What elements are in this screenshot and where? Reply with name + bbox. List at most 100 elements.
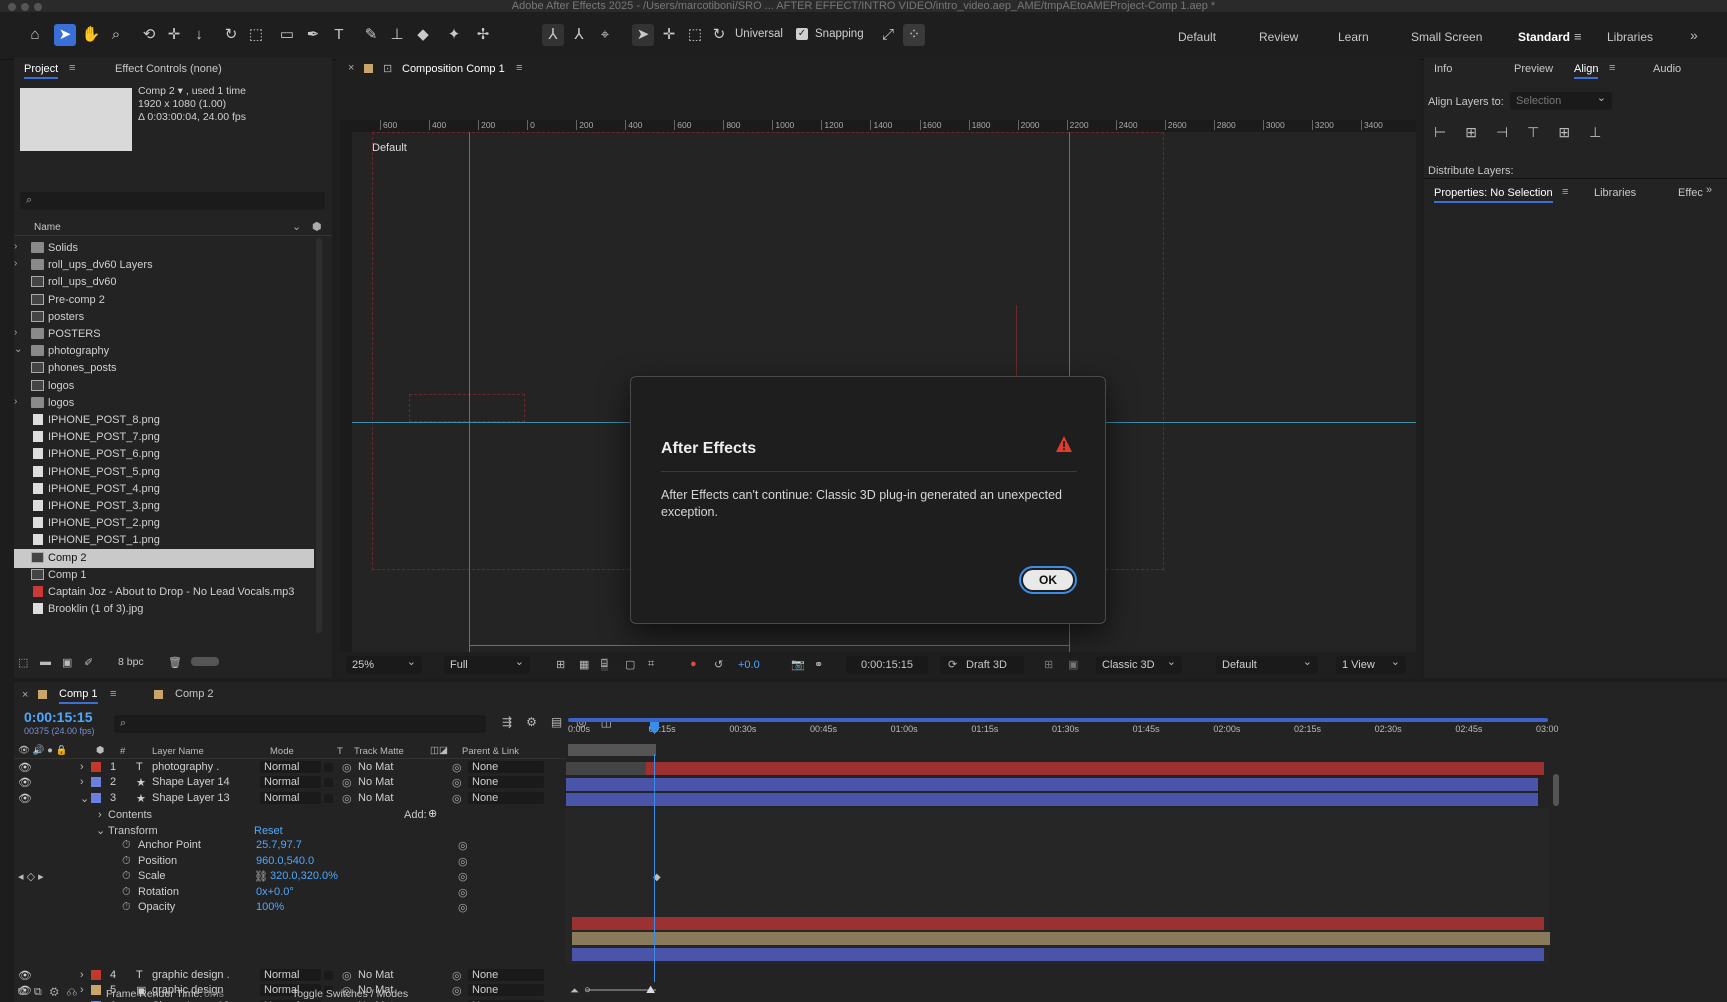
parent-dropdown[interactable]: None (468, 969, 545, 981)
transform-twirl[interactable]: ⌄ (96, 824, 105, 837)
trkmat-checkbox[interactable] (324, 793, 333, 803)
zoom-slider-handle[interactable]: ○ (584, 984, 591, 996)
twirl-icon[interactable]: › (80, 969, 84, 981)
draft3d-toggle[interactable]: ⟳ Draft 3D (940, 656, 1024, 674)
eye-icon[interactable]: 👁 (18, 792, 32, 805)
twirl-icon[interactable]: ⌄ (14, 344, 22, 355)
project-item[interactable]: Brooklin (1 of 3).jpg (14, 600, 314, 619)
twirl-icon[interactable]: › (80, 761, 84, 773)
workspace-libraries[interactable]: Libraries (1607, 30, 1653, 44)
tab-preview[interactable]: Preview (1514, 63, 1553, 75)
zoom-dropdown[interactable]: 25% (346, 653, 422, 674)
rectangle-tool-icon[interactable]: ▭ (276, 24, 298, 46)
resolution-dropdown[interactable]: Full (444, 653, 530, 674)
layer2-bar[interactable] (566, 778, 1538, 791)
comp-menu-icon[interactable]: ≡ (516, 62, 522, 74)
stopwatch-icon[interactable]: ⏱ (122, 870, 131, 883)
clone-stamp-icon[interactable]: ⊥ (386, 24, 408, 46)
project-item[interactable]: IPHONE_POST_4.png (14, 480, 314, 499)
snap-grid-icon[interactable]: ⁘ (903, 24, 925, 46)
region-of-interest-icon[interactable]: ▢ (625, 658, 635, 671)
project-item[interactable]: phones_posts (14, 359, 314, 378)
camera-dropdown[interactable]: Default (1216, 653, 1318, 674)
project-item[interactable]: IPHONE_POST_1.png (14, 531, 314, 550)
layer-name[interactable]: photography . (152, 761, 219, 773)
tab-project[interactable]: Project (24, 63, 59, 79)
property-value[interactable]: 25.7,97.7 (256, 839, 302, 851)
matte-pickwhip-icon[interactable]: ◎ (342, 761, 352, 774)
workspace-learn[interactable]: Learn (1338, 30, 1369, 44)
transform-property-row[interactable]: ⏱ Position 960.0,540.0 ◎ (14, 854, 566, 869)
align-top-icon[interactable]: ⊤ (1527, 124, 1558, 140)
roto-brush-icon[interactable]: ✦ (443, 24, 465, 46)
tab-audio[interactable]: Audio (1653, 63, 1681, 75)
type-tool-icon[interactable]: T (328, 24, 350, 46)
tab-comp2[interactable]: Comp 2 (175, 688, 214, 700)
tab-libraries[interactable]: Libraries (1594, 187, 1636, 199)
parent-pickwhip-icon[interactable]: ◎ (452, 792, 462, 805)
align-bottom-icon[interactable]: ⊥ (1589, 124, 1620, 140)
align-target-dropdown[interactable]: Selection (1510, 89, 1612, 110)
align-menu-icon[interactable]: ≡ (1609, 62, 1615, 74)
fast-preview-icon[interactable]: ⊞ (556, 658, 565, 671)
layer-name[interactable]: Shape Layer 14 (152, 776, 230, 788)
tab-align[interactable]: Align (1574, 63, 1599, 79)
layer-row[interactable]: 👁 ⌄ 3 ★ Shape Layer 13 Normal ◎ No Mat ◎ None (14, 791, 566, 806)
twirl-icon[interactable]: › (80, 776, 84, 788)
column-name-label[interactable]: Name (34, 222, 61, 233)
tab-properties[interactable]: Properties: No Selection (1434, 187, 1553, 203)
label-color-swatch[interactable] (91, 762, 101, 772)
expression-pickwhip-icon[interactable]: ◎ (458, 901, 468, 914)
mode-dropdown[interactable]: Normal (260, 791, 322, 804)
expression-pickwhip-icon[interactable]: ◎ (458, 886, 468, 899)
project-search-input[interactable]: ⌕ (20, 192, 325, 210)
tab-effect-controls[interactable]: Effect Controls (none) (115, 63, 222, 75)
project-item[interactable]: IPHONE_POST_5.png (14, 463, 314, 482)
parent-dropdown[interactable]: None (468, 791, 545, 804)
trkmat-checkbox[interactable] (324, 971, 333, 980)
transform-reset[interactable]: Reset (254, 825, 283, 837)
props-overflow-icon[interactable]: » (1706, 184, 1712, 196)
layer5-bar[interactable] (572, 932, 1550, 945)
parent-pickwhip-icon[interactable]: ◎ (452, 969, 462, 982)
project-item[interactable]: posters (14, 308, 314, 327)
timeline-menu-icon[interactable]: ≡ (110, 688, 116, 700)
selection-tool-icon[interactable]: ➤ (54, 24, 76, 46)
exposure-value[interactable]: +0.0 (738, 659, 760, 671)
project-item[interactable]: IPHONE_POST_3.png (14, 497, 314, 516)
parent-pickwhip-icon[interactable]: ◎ (452, 761, 462, 774)
adjust-icon[interactable]: ✐ (84, 656, 93, 669)
layer6-bar[interactable] (572, 948, 1544, 961)
label-color-swatch[interactable] (91, 792, 101, 803)
timeline-search-input[interactable]: ⌕ (114, 715, 486, 733)
view-axis-icon[interactable]: ⌖ (594, 24, 616, 46)
scale-icon[interactable]: ⬚ (684, 24, 706, 46)
transform-property-row[interactable]: ⏱ Opacity 100% ◎ (14, 900, 566, 915)
property-value[interactable]: 0x+0.0° (256, 886, 294, 898)
project-item[interactable]: Pre-comp 2 (14, 291, 314, 310)
track-matte-dropdown[interactable]: No Mat (356, 761, 409, 773)
stopwatch-icon[interactable]: ⏱ (122, 886, 131, 899)
pointer-icon[interactable]: ➤ (632, 24, 654, 46)
move-icon[interactable]: ✛ (658, 24, 680, 46)
tab-comp1[interactable]: Comp 1 (59, 688, 98, 704)
constrain-proportions-icon[interactable]: ⛓ (254, 870, 268, 883)
close-tab-icon[interactable]: × (348, 62, 354, 74)
grid-guides-icon[interactable]: ⌗ (648, 658, 654, 671)
label-color-swatch[interactable] (91, 777, 101, 788)
project-menu-icon[interactable]: ≡ (69, 62, 75, 74)
workspace-small-screen[interactable]: Small Screen (1411, 30, 1482, 44)
track-matte-dropdown[interactable]: No Mat (356, 792, 409, 804)
expression-pickwhip-icon[interactable]: ◎ (458, 855, 468, 868)
orbit-tool-icon[interactable]: ⟲ (138, 24, 160, 46)
project-item[interactable]: roll_ups_dv60 (14, 273, 314, 292)
project-item[interactable]: › logos (14, 394, 314, 413)
footer-icons[interactable]: ⧉⧉⚙☊ (18, 986, 85, 999)
align-right-icon[interactable]: ⊣ (1496, 124, 1527, 140)
track-matte-dropdown[interactable]: No Mat (356, 776, 409, 788)
overflow-chevron-icon[interactable]: » (1690, 27, 1698, 43)
close-timeline-tab-icon[interactable]: × (22, 689, 28, 701)
toggle-switches-modes[interactable]: Toggle Switches / Modes (292, 988, 408, 1000)
renderer-dropdown[interactable]: Classic 3D (1096, 653, 1182, 674)
project-item[interactable]: ⌄ photography (14, 342, 314, 361)
